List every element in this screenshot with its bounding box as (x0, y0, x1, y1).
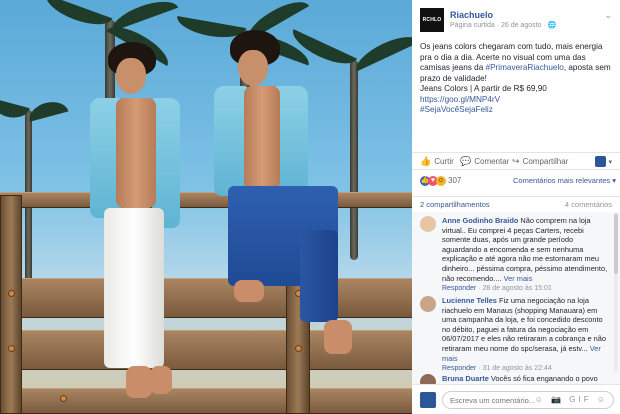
thumbs-up-icon: 👍 (420, 156, 432, 166)
avatar[interactable] (420, 296, 436, 312)
share-button[interactable]: ↪ Compartilhar (512, 156, 568, 167)
comment-author-link[interactable]: Lucienne Telles (442, 296, 497, 305)
post-price: Jeans Colors | A partir de R$ 69,90 (420, 84, 547, 93)
fence-bolt (8, 290, 15, 297)
fence-bolt (60, 395, 67, 402)
avatar (420, 392, 436, 408)
see-more-link[interactable]: Ver mais (504, 274, 533, 283)
comment-time: · 28 de agosto às 15:01 (476, 285, 552, 293)
like-button[interactable]: 👍 Curtir (420, 156, 454, 167)
chevron-down-icon: ▾ (608, 158, 612, 166)
comment-author-link[interactable]: Bruna Duarte (442, 374, 489, 383)
comment-item: Anne Godinho Braido Não comprem na loja … (420, 216, 610, 294)
post-url-link[interactable]: https://goo.gl/MNP4rV (420, 95, 500, 104)
comments-count: 4 comentários (564, 200, 612, 209)
post-actions: 👍 Curtir 💬 Comentar ↪ Compartilhar ▾ (412, 152, 620, 170)
shares-count-link[interactable]: 2 compartilhamentos (420, 200, 490, 209)
page-name-link[interactable]: Riachuelo (450, 10, 493, 20)
comment-item: Bruna Duarte Vocês só fica enganando o p… (420, 374, 610, 384)
model-left (80, 40, 190, 410)
wow-reaction-icon[interactable]: o (436, 176, 446, 186)
post-header: RCHLO Riachuelo Página curtida · 26 de a… (420, 8, 614, 36)
comment-item: Lucienne Telles Fiz uma negociação na lo… (420, 296, 610, 372)
page-logo[interactable]: RCHLO (420, 8, 444, 32)
post-text: Os jeans colors chegaram com tudo, mais … (420, 42, 616, 116)
comment-composer: ☺ 📷 GIF ☺ (412, 384, 620, 414)
composer-icons[interactable]: ☺ 📷 GIF ☺ (535, 395, 608, 404)
comments-scrollbar[interactable] (614, 212, 618, 372)
like-label: Curtir (434, 157, 454, 166)
avatar (595, 156, 607, 167)
scrollbar-thumb[interactable] (614, 214, 618, 274)
share-label: Compartilhar (522, 157, 569, 166)
comment-author-link[interactable]: Anne Godinho Braido (442, 216, 518, 225)
avatar[interactable] (420, 374, 436, 384)
hashtag-link[interactable]: #PrimaveraRiachuelo (486, 63, 564, 72)
post-panel: RCHLO Riachuelo Página curtida · 26 de a… (412, 0, 620, 414)
fence-bolt (8, 345, 15, 352)
reply-link[interactable]: Responder (442, 365, 476, 372)
avatar[interactable] (420, 216, 436, 232)
share-icon: ↪ (512, 156, 520, 166)
post-photo[interactable] (0, 0, 412, 414)
comment-button[interactable]: 💬 Comentar (460, 156, 509, 167)
reply-link[interactable]: Responder (442, 285, 476, 292)
chevron-down-icon[interactable]: ⌄ (604, 10, 612, 21)
comment-sort-dropdown[interactable]: Comentários mais relevantes ▾ (513, 176, 616, 185)
comment-label: Comentar (474, 157, 510, 166)
comment-time: · 31 de agosto às 22:44 (476, 365, 552, 373)
reactions-bar: 👍 ♥ o 307 Comentários mais relevantes ▾ (420, 176, 616, 190)
reaction-count[interactable]: 307 (448, 176, 461, 185)
model-right (210, 30, 360, 360)
fence-post (0, 195, 22, 414)
comments-list: Anne Godinho Braido Não comprem na loja … (412, 212, 620, 384)
comment-icon: 💬 (460, 156, 472, 166)
post-stats: 2 compartilhamentos 4 comentários (412, 196, 620, 210)
hashtag-link[interactable]: #SejaVocêSejaFeliz (420, 105, 493, 114)
post-as-selector[interactable]: ▾ (595, 156, 612, 167)
post-meta: Página curtida · 26 de agosto · 🌐 (450, 22, 557, 29)
